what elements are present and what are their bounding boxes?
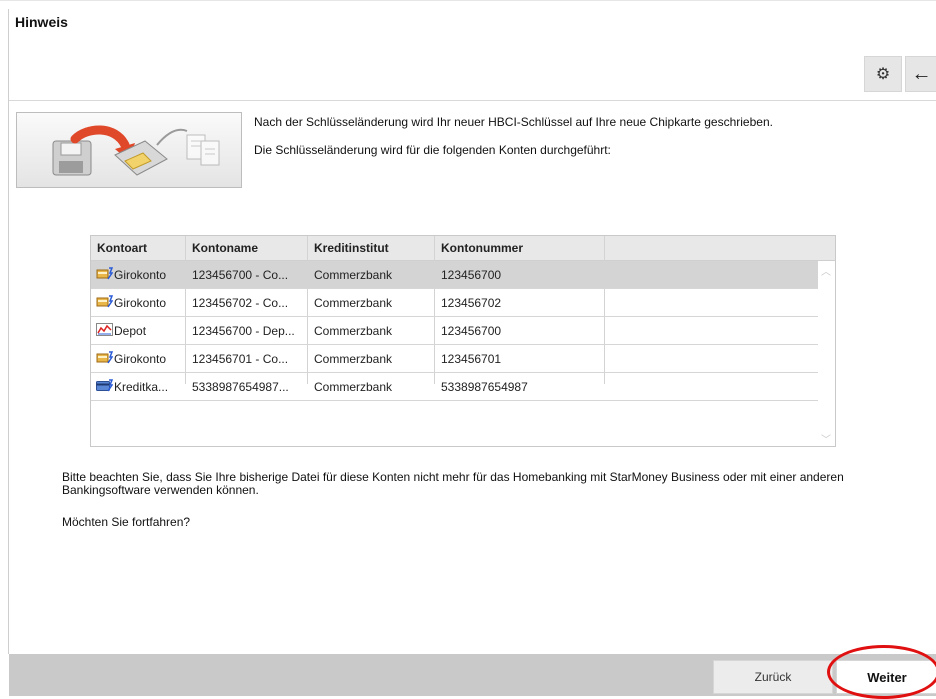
kontonummer-cell: 123456701 [441,352,502,366]
kreditinstitut-cell: Commerzbank [314,380,393,394]
intro-text-1: Nach der Schlüsseländerung wird Ihr neue… [254,115,773,129]
giro-account-icon [96,267,113,280]
kreditinstitut-cell: Commerzbank [314,296,393,310]
kreditinstitut-cell: Commerzbank [314,352,393,366]
kontoname-cell: 5338987654987... [192,380,289,394]
accounts-table: Kontoart Kontoname Kreditinstitut Konton… [90,235,836,447]
chevron-down-icon[interactable]: ﹀ [821,431,831,446]
settings-button[interactable]: ⚙ [864,56,902,92]
kontonummer-cell: 123456702 [441,296,502,310]
giro-account-icon [96,295,113,308]
giro-account-icon [96,351,113,364]
back-button[interactable]: Zurück [713,660,833,694]
table-row[interactable]: Girokonto 123456702 - Co... Commerzbank … [91,289,818,317]
card-reader-icon [114,128,188,176]
table-row[interactable]: Kreditka... 5338987654987... Commerzbank… [91,373,818,401]
confirm-question: Möchten Sie fortfahren? [62,515,191,529]
key-change-illustration [16,112,242,188]
kontonummer-cell: 5338987654987 [441,380,528,394]
kontoname-cell: 123456700 - Co... [192,268,289,282]
kreditinstitut-cell: Commerzbank [314,324,393,338]
floppy-disk-icon [52,140,92,176]
kontoname-cell: 123456702 - Co... [192,296,289,310]
top-border [0,0,936,10]
kontoname-cell: 123456700 - Dep... [192,324,295,338]
credit-card-icon [96,379,113,392]
kontoart-cell: Girokonto [114,352,167,366]
kreditinstitut-cell: Commerzbank [314,268,393,282]
column-header-kontoname[interactable]: Kontoname [192,241,258,255]
kontoart-cell: Depot [114,324,147,338]
table-row[interactable]: Girokonto 123456701 - Co... Commerzbank … [91,345,818,373]
table-row[interactable]: Depot 123456700 - Dep... Commerzbank 123… [91,317,818,345]
table-header: Kontoart Kontoname Kreditinstitut Konton… [91,236,835,261]
header-divider [9,100,936,101]
table-scrollbar[interactable]: ︿ ﹀ [818,261,834,446]
warning-note: Bitte beachten Sie, dass Sie Ihre bisher… [62,470,844,497]
chevron-up-icon[interactable]: ︿ [821,263,831,278]
table-row[interactable]: Girokonto 123456700 - Co... Commerzbank … [91,261,818,289]
kontoart-cell: Kreditka... [114,380,169,394]
highlight-circle [827,645,936,699]
kontoart-cell: Girokonto [114,268,167,282]
column-header-kontoart[interactable]: Kontoart [97,241,147,255]
intro-text-2: Die Schlüsseländerung wird für die folge… [254,143,611,157]
column-header-kreditinstitut[interactable]: Kreditinstitut [314,241,389,255]
documents-icon [186,134,220,166]
gears-icon: ⚙ [875,66,891,83]
back-arrow-button[interactable]: ← [905,56,936,92]
kontonummer-cell: 123456700 [441,268,502,282]
dialog-title: Hinweis [15,14,68,30]
kontoname-cell: 123456701 - Co... [192,352,289,366]
depot-chart-icon [96,323,113,336]
arrow-left-icon: ← [911,62,932,85]
kontoart-cell: Girokonto [114,296,167,310]
kontonummer-cell: 123456700 [441,324,502,338]
column-header-kontonummer[interactable]: Kontonummer [441,241,523,255]
left-border [8,9,9,654]
